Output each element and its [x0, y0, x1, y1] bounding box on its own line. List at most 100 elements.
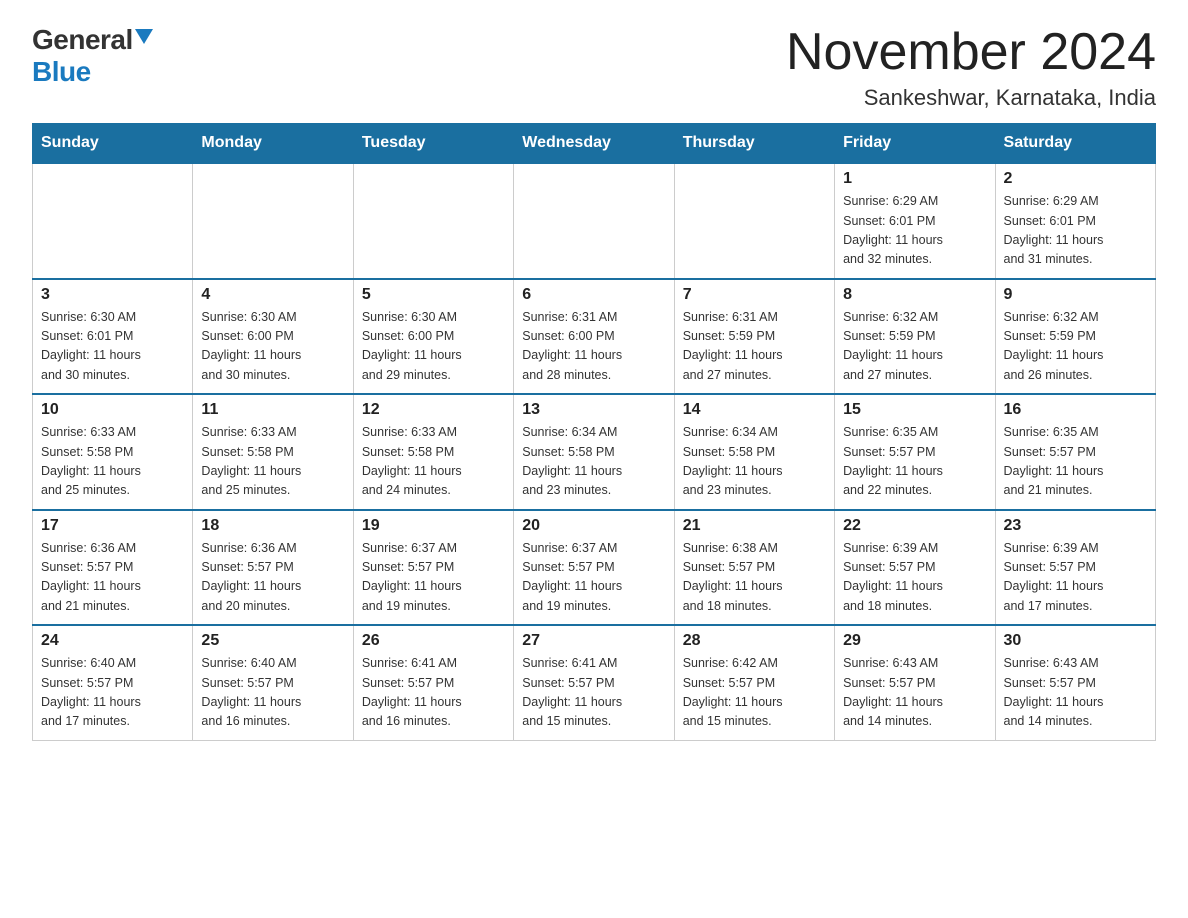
- calendar-cell: 13 Sunrise: 6:34 AMSunset: 5:58 PMDayligh…: [514, 394, 674, 510]
- calendar-cell: 3 Sunrise: 6:30 AMSunset: 6:01 PMDaylight…: [33, 279, 193, 395]
- day-number: 16: [1004, 401, 1147, 419]
- calendar-cell: 28 Sunrise: 6:42 AMSunset: 5:57 PMDayligh…: [674, 625, 834, 740]
- day-info: Sunrise: 6:33 AMSunset: 5:58 PMDaylight:…: [362, 423, 505, 501]
- calendar-cell: 30 Sunrise: 6:43 AMSunset: 5:57 PMDayligh…: [995, 625, 1155, 740]
- day-info: Sunrise: 6:36 AMSunset: 5:57 PMDaylight:…: [41, 539, 184, 617]
- day-number: 22: [843, 517, 986, 535]
- day-number: 30: [1004, 632, 1147, 650]
- calendar-cell: 9Sunrise: 6:32 AMSunset: 5:59 PMDaylight…: [995, 279, 1155, 395]
- calendar-cell: 16 Sunrise: 6:35 AMSunset: 5:57 PMDayligh…: [995, 394, 1155, 510]
- calendar-week-row: 17 Sunrise: 6:36 AMSunset: 5:57 PMDayligh…: [33, 510, 1156, 626]
- calendar-week-row: 3 Sunrise: 6:30 AMSunset: 6:01 PMDaylight…: [33, 279, 1156, 395]
- day-info: Sunrise: 6:43 AMSunset: 5:57 PMDaylight:…: [843, 654, 986, 732]
- day-info: Sunrise: 6:36 AMSunset: 5:57 PMDaylight:…: [201, 539, 344, 617]
- calendar-cell: 25 Sunrise: 6:40 AMSunset: 5:57 PMDayligh…: [193, 625, 353, 740]
- calendar-cell: [674, 163, 834, 279]
- calendar-cell: 23Sunrise: 6:39 AMSunset: 5:57 PMDayligh…: [995, 510, 1155, 626]
- day-number: 11: [201, 401, 344, 419]
- logo-triangle-icon: [135, 29, 153, 44]
- day-info: Sunrise: 6:37 AMSunset: 5:57 PMDaylight:…: [522, 539, 665, 617]
- day-info: Sunrise: 6:30 AMSunset: 6:00 PMDaylight:…: [362, 308, 505, 386]
- logo-blue: Blue: [32, 56, 91, 88]
- day-info: Sunrise: 6:33 AMSunset: 5:58 PMDaylight:…: [41, 423, 184, 501]
- calendar-header-thursday: Thursday: [674, 124, 834, 164]
- calendar-subtitle: Sankeshwar, Karnataka, India: [786, 85, 1156, 111]
- calendar-cell: 19 Sunrise: 6:37 AMSunset: 5:57 PMDayligh…: [353, 510, 513, 626]
- day-info: Sunrise: 6:35 AMSunset: 5:57 PMDaylight:…: [1004, 423, 1147, 501]
- day-number: 6: [522, 286, 665, 304]
- day-info: Sunrise: 6:31 AMSunset: 6:00 PMDaylight:…: [522, 308, 665, 386]
- day-info: Sunrise: 6:30 AMSunset: 6:00 PMDaylight:…: [201, 308, 344, 386]
- day-info: Sunrise: 6:33 AMSunset: 5:58 PMDaylight:…: [201, 423, 344, 501]
- calendar-cell: 10 Sunrise: 6:33 AMSunset: 5:58 PMDayligh…: [33, 394, 193, 510]
- calendar-cell: 14 Sunrise: 6:34 AMSunset: 5:58 PMDayligh…: [674, 394, 834, 510]
- calendar-cell: [33, 163, 193, 279]
- day-info: Sunrise: 6:30 AMSunset: 6:01 PMDaylight:…: [41, 308, 184, 386]
- day-number: 10: [41, 401, 184, 419]
- day-info: Sunrise: 6:41 AMSunset: 5:57 PMDaylight:…: [522, 654, 665, 732]
- calendar-cell: [514, 163, 674, 279]
- calendar-cell: 21Sunrise: 6:38 AMSunset: 5:57 PMDayligh…: [674, 510, 834, 626]
- day-info: Sunrise: 6:40 AMSunset: 5:57 PMDaylight:…: [41, 654, 184, 732]
- day-number: 20: [522, 517, 665, 535]
- day-number: 1: [843, 170, 986, 188]
- calendar-cell: 24 Sunrise: 6:40 AMSunset: 5:57 PMDayligh…: [33, 625, 193, 740]
- day-info: Sunrise: 6:37 AMSunset: 5:57 PMDaylight:…: [362, 539, 505, 617]
- day-info: Sunrise: 6:43 AMSunset: 5:57 PMDaylight:…: [1004, 654, 1147, 732]
- day-info: Sunrise: 6:40 AMSunset: 5:57 PMDaylight:…: [201, 654, 344, 732]
- logo: General Blue: [32, 24, 153, 88]
- calendar-header-row: SundayMondayTuesdayWednesdayThursdayFrid…: [33, 124, 1156, 164]
- day-number: 29: [843, 632, 986, 650]
- day-info: Sunrise: 6:35 AMSunset: 5:57 PMDaylight:…: [843, 423, 986, 501]
- day-number: 8: [843, 286, 986, 304]
- calendar-cell: 11 Sunrise: 6:33 AMSunset: 5:58 PMDayligh…: [193, 394, 353, 510]
- calendar-cell: 29 Sunrise: 6:43 AMSunset: 5:57 PMDayligh…: [835, 625, 995, 740]
- day-number: 2: [1004, 170, 1147, 188]
- day-info: Sunrise: 6:39 AMSunset: 5:57 PMDaylight:…: [843, 539, 986, 617]
- calendar-cell: 12 Sunrise: 6:33 AMSunset: 5:58 PMDayligh…: [353, 394, 513, 510]
- day-number: 15: [843, 401, 986, 419]
- title-block: November 2024 Sankeshwar, Karnataka, Ind…: [786, 24, 1156, 111]
- calendar-cell: 27 Sunrise: 6:41 AMSunset: 5:57 PMDayligh…: [514, 625, 674, 740]
- day-number: 13: [522, 401, 665, 419]
- day-number: 28: [683, 632, 826, 650]
- day-number: 5: [362, 286, 505, 304]
- calendar-header-monday: Monday: [193, 124, 353, 164]
- day-number: 24: [41, 632, 184, 650]
- calendar-cell: 1 Sunrise: 6:29 AMSunset: 6:01 PMDaylight…: [835, 163, 995, 279]
- logo-general: General: [32, 24, 133, 56]
- calendar-header-friday: Friday: [835, 124, 995, 164]
- calendar-cell: 2 Sunrise: 6:29 AMSunset: 6:01 PMDaylight…: [995, 163, 1155, 279]
- day-info: Sunrise: 6:42 AMSunset: 5:57 PMDaylight:…: [683, 654, 826, 732]
- day-info: Sunrise: 6:34 AMSunset: 5:58 PMDaylight:…: [683, 423, 826, 501]
- calendar-cell: 18 Sunrise: 6:36 AMSunset: 5:57 PMDayligh…: [193, 510, 353, 626]
- day-number: 18: [201, 517, 344, 535]
- calendar-cell: 26 Sunrise: 6:41 AMSunset: 5:57 PMDayligh…: [353, 625, 513, 740]
- day-number: 12: [362, 401, 505, 419]
- calendar-header-saturday: Saturday: [995, 124, 1155, 164]
- calendar-cell: 7Sunrise: 6:31 AMSunset: 5:59 PMDaylight…: [674, 279, 834, 395]
- day-number: 26: [362, 632, 505, 650]
- day-info: Sunrise: 6:29 AMSunset: 6:01 PMDaylight:…: [1004, 192, 1147, 270]
- day-info: Sunrise: 6:31 AMSunset: 5:59 PMDaylight:…: [683, 308, 826, 386]
- day-info: Sunrise: 6:41 AMSunset: 5:57 PMDaylight:…: [362, 654, 505, 732]
- calendar-week-row: 10 Sunrise: 6:33 AMSunset: 5:58 PMDayligh…: [33, 394, 1156, 510]
- day-info: Sunrise: 6:29 AMSunset: 6:01 PMDaylight:…: [843, 192, 986, 270]
- calendar-week-row: 1 Sunrise: 6:29 AMSunset: 6:01 PMDaylight…: [33, 163, 1156, 279]
- day-info: Sunrise: 6:39 AMSunset: 5:57 PMDaylight:…: [1004, 539, 1147, 617]
- calendar-cell: 15 Sunrise: 6:35 AMSunset: 5:57 PMDayligh…: [835, 394, 995, 510]
- calendar-cell: 20 Sunrise: 6:37 AMSunset: 5:57 PMDayligh…: [514, 510, 674, 626]
- calendar-header-wednesday: Wednesday: [514, 124, 674, 164]
- day-number: 25: [201, 632, 344, 650]
- day-number: 14: [683, 401, 826, 419]
- page-header: General Blue November 2024 Sankeshwar, K…: [32, 24, 1156, 111]
- day-number: 27: [522, 632, 665, 650]
- day-number: 17: [41, 517, 184, 535]
- calendar-cell: 4Sunrise: 6:30 AMSunset: 6:00 PMDaylight…: [193, 279, 353, 395]
- calendar-week-row: 24 Sunrise: 6:40 AMSunset: 5:57 PMDayligh…: [33, 625, 1156, 740]
- day-info: Sunrise: 6:32 AMSunset: 5:59 PMDaylight:…: [843, 308, 986, 386]
- day-number: 19: [362, 517, 505, 535]
- day-info: Sunrise: 6:34 AMSunset: 5:58 PMDaylight:…: [522, 423, 665, 501]
- calendar-cell: 6 Sunrise: 6:31 AMSunset: 6:00 PMDaylight…: [514, 279, 674, 395]
- day-number: 3: [41, 286, 184, 304]
